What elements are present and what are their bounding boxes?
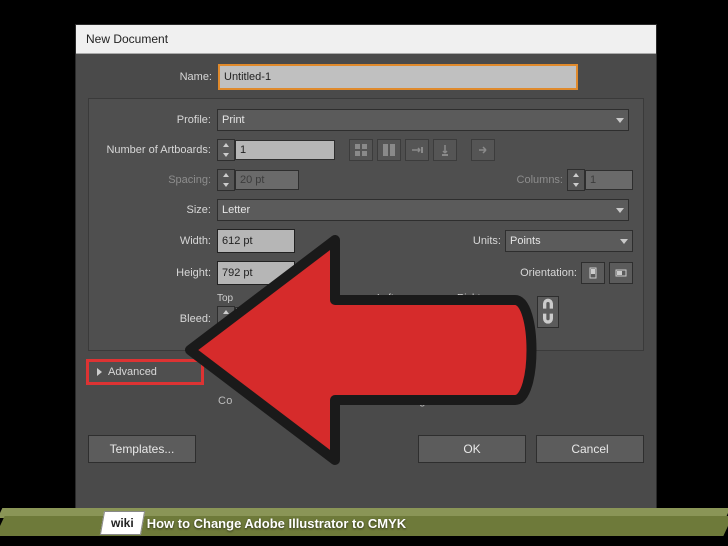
arrow-right-icon[interactable] xyxy=(471,139,495,161)
size-dropdown[interactable]: Letter xyxy=(217,199,629,221)
bleed-left-stepper[interactable]: 0 pt xyxy=(377,306,449,328)
bleed-right-stepper[interactable]: 0 pt xyxy=(457,306,529,328)
watermark-footer: wiki How to Change Adobe Illustrator to … xyxy=(0,508,728,538)
orientation-label: Orientation: xyxy=(520,267,581,279)
dialog-title: New Document xyxy=(76,25,656,54)
advanced-toggle[interactable]: Advanced xyxy=(88,361,202,383)
artboards-stepper[interactable]: 1 xyxy=(217,139,335,161)
bleed-right-label: Right xyxy=(457,293,529,304)
bleed-top-stepper[interactable]: 0 pt xyxy=(217,306,289,328)
chevron-down-icon xyxy=(616,208,624,213)
grid-by-col-icon[interactable] xyxy=(377,139,401,161)
size-value: Letter xyxy=(222,204,250,216)
bleed-bottom-stepper[interactable]: 0 pt xyxy=(297,306,369,328)
orientation-landscape-icon[interactable] xyxy=(609,262,633,284)
height-label: Height: xyxy=(99,267,217,279)
columns-value: 1 xyxy=(585,170,633,190)
artboards-value[interactable]: 1 xyxy=(235,140,335,160)
dialog-content: Name: Profile: Print Number of Artboards… xyxy=(76,54,656,475)
bleed-bottom-value[interactable]: 0 pt xyxy=(315,307,369,327)
size-label: Size: xyxy=(99,204,217,216)
link-bleed-icon[interactable] xyxy=(537,296,559,328)
spacing-stepper: 20 pt xyxy=(217,169,299,191)
spacing-value: 20 pt xyxy=(235,170,299,190)
chevron-right-icon xyxy=(97,368,102,376)
artboard-arrangement-group xyxy=(349,139,495,161)
bleed-top-label: Top xyxy=(217,293,289,304)
orientation-portrait-icon[interactable] xyxy=(581,262,605,284)
units-dropdown[interactable]: Points xyxy=(505,230,633,252)
units-label: Units: xyxy=(473,235,505,247)
watermark-caption: How to Change Adobe Illustrator to CMYK xyxy=(147,516,407,531)
artboards-label: Number of Artboards: xyxy=(99,144,217,156)
chevron-down-icon xyxy=(616,118,624,123)
color-mode-hint: Co gn to Pixel Grid:No xyxy=(88,395,644,407)
bleed-label: Bleed: xyxy=(99,313,217,328)
new-document-dialog: New Document Name: Profile: Print Number… xyxy=(75,24,657,526)
units-value: Points xyxy=(510,235,541,247)
profile-value: Print xyxy=(222,114,245,126)
columns-stepper: 1 xyxy=(567,169,633,191)
profile-label: Profile: xyxy=(99,114,217,126)
spacing-label: Spacing: xyxy=(99,174,217,186)
columns-label: Columns: xyxy=(517,174,567,186)
bleed-right-value[interactable]: 0 pt xyxy=(475,307,529,327)
chevron-down-icon xyxy=(620,239,628,244)
grid-by-row-icon[interactable] xyxy=(349,139,373,161)
col-arrange-icon[interactable] xyxy=(433,139,457,161)
wikihow-logo: wiki xyxy=(100,511,145,535)
advanced-label: Advanced xyxy=(108,366,157,378)
bleed-bottom-label: Bottom xyxy=(297,293,369,304)
height-input[interactable] xyxy=(217,261,295,285)
width-input[interactable] xyxy=(217,229,295,253)
cancel-button[interactable]: Cancel xyxy=(536,435,644,463)
settings-panel: Profile: Print Number of Artboards: 1 xyxy=(88,98,644,351)
profile-dropdown[interactable]: Print xyxy=(217,109,629,131)
templates-button[interactable]: Templates... xyxy=(88,435,196,463)
bleed-left-value[interactable]: 0 pt xyxy=(395,307,449,327)
ok-button[interactable]: OK xyxy=(418,435,526,463)
name-label: Name: xyxy=(88,71,218,83)
bleed-left-label: Left xyxy=(377,293,449,304)
bleed-top-value[interactable]: 0 pt xyxy=(235,307,289,327)
row-arrange-icon[interactable] xyxy=(405,139,429,161)
width-label: Width: xyxy=(99,235,217,247)
document-name-input[interactable] xyxy=(218,64,578,90)
